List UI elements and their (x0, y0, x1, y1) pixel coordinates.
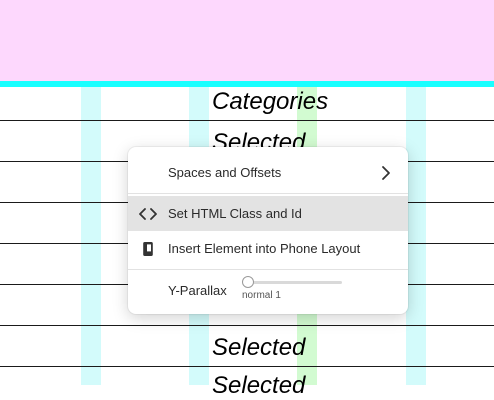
menu-item-spaces-and-offsets[interactable]: Spaces and Offsets (128, 155, 408, 190)
chevron-right-icon (378, 163, 394, 183)
row-divider (0, 366, 494, 367)
code-icon (138, 204, 158, 224)
y-parallax-value: normal 1 (242, 290, 281, 301)
canvas-text-selected[interactable]: Selected (212, 334, 305, 362)
menu-item-label: Insert Element into Phone Layout (168, 241, 361, 256)
context-menu: Spaces and Offsets Set HTML Class and Id… (128, 147, 408, 314)
column-guide (81, 87, 101, 385)
menu-separator (128, 269, 408, 270)
phone-icon (138, 239, 158, 259)
menu-item-label: Set HTML Class and Id (168, 206, 302, 221)
menu-item-set-html-class-and-id[interactable]: Set HTML Class and Id (128, 196, 408, 231)
canvas-text-categories[interactable]: Categories (212, 88, 328, 116)
canvas-text-selected[interactable]: Selected (212, 372, 305, 400)
menu-item-insert-element-into-phone-layout[interactable]: Insert Element into Phone Layout (128, 231, 408, 266)
menu-separator (128, 193, 408, 194)
header-band (0, 0, 494, 81)
y-parallax-label: Y-Parallax (168, 283, 227, 298)
row-divider (0, 325, 494, 326)
y-parallax-slider-thumb[interactable] (242, 276, 254, 288)
y-parallax-slider[interactable] (242, 281, 342, 284)
menu-item-label: Spaces and Offsets (168, 165, 282, 180)
row-divider (0, 120, 494, 121)
column-guide (406, 87, 426, 385)
